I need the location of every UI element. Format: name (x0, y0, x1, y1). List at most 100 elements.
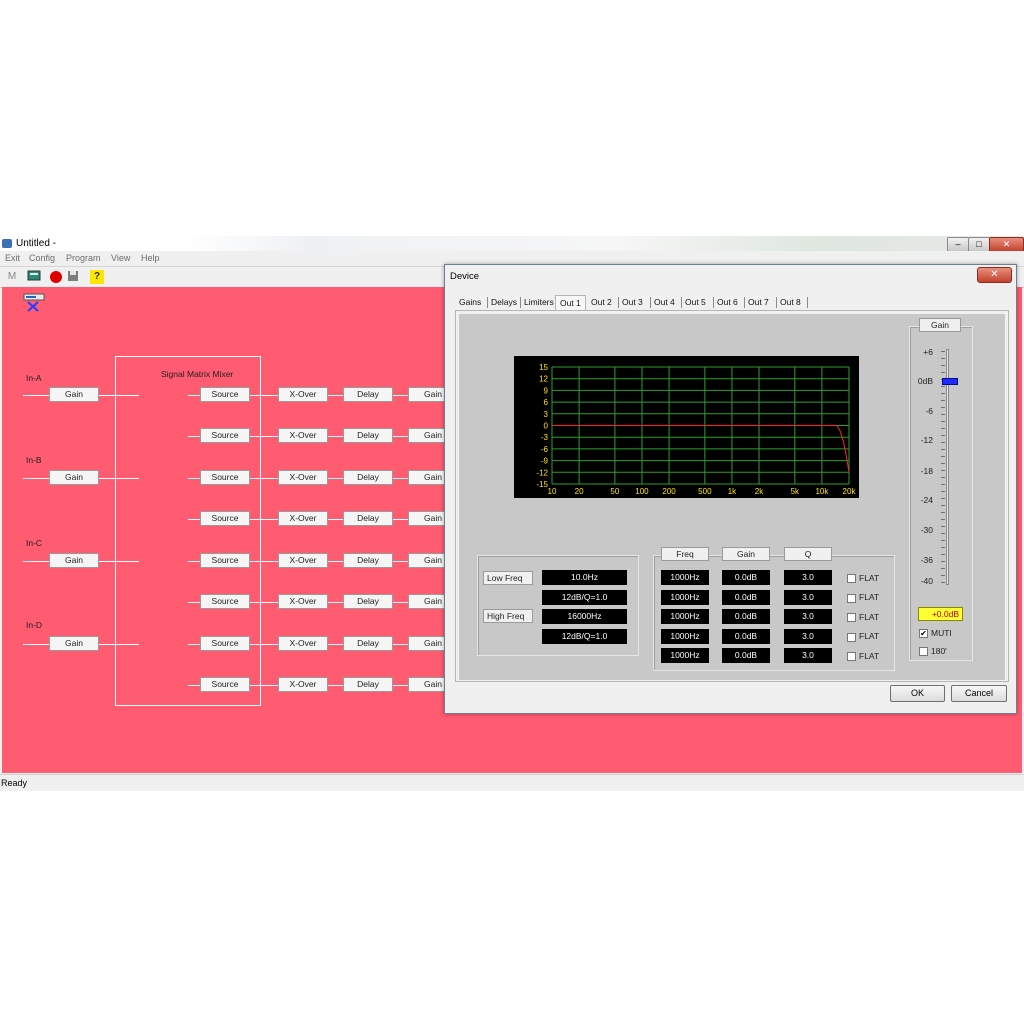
tab-out-1[interactable]: Out 1 (555, 295, 586, 311)
input-label-a: In-A (26, 373, 42, 383)
gain-value-display[interactable]: +0.0dB (918, 607, 963, 621)
peq-q-2[interactable]: 3.0 (784, 590, 832, 605)
menu-help[interactable]: Help (141, 253, 160, 263)
tab-out-6[interactable]: Out 6 (717, 297, 738, 307)
input-gain-d[interactable]: Gain (49, 636, 99, 651)
ok-button[interactable]: OK (890, 685, 945, 702)
graph-x-tick-label: 20 (575, 487, 584, 496)
tab-separator (807, 297, 808, 308)
dialog-close-button[interactable]: ✕ (977, 267, 1012, 283)
peq-freq-2[interactable]: 1000Hz (661, 590, 709, 605)
source-button-1[interactable]: Source (200, 387, 250, 402)
tab-out-7[interactable]: Out 7 (748, 297, 769, 307)
source-button-8[interactable]: Source (200, 677, 250, 692)
flat-label-2: FLAT (859, 592, 880, 602)
menu-config[interactable]: Config (29, 253, 55, 263)
xover-button-6[interactable]: X-Over (278, 594, 328, 609)
input-gain-b[interactable]: Gain (49, 470, 99, 485)
muti-checkbox[interactable]: ✔ (919, 629, 928, 638)
monitor-icon[interactable] (27, 270, 41, 284)
m-button[interactable]: M (5, 270, 19, 284)
tab-gains[interactable]: Gains (459, 297, 481, 307)
device-icon[interactable] (23, 292, 45, 314)
tab-out-2[interactable]: Out 2 (591, 297, 612, 307)
source-button-5[interactable]: Source (200, 553, 250, 568)
gain-tick: -36 (920, 555, 933, 565)
graph-x-tick-label: 20k (843, 487, 857, 496)
source-button-7[interactable]: Source (200, 636, 250, 651)
maximize-button[interactable]: □ (968, 237, 990, 252)
window-title: Untitled - (16, 238, 57, 249)
graph-y-tick-label: 12 (539, 375, 548, 384)
mixer-title: Signal Matrix Mixer (161, 369, 234, 379)
high-slope-value[interactable]: 12dB/Q=1.0 (542, 629, 627, 644)
delay-button-3[interactable]: Delay (343, 470, 393, 485)
xover-button-3[interactable]: X-Over (278, 470, 328, 485)
input-label-b: In-B (26, 455, 42, 465)
peq-freq-3[interactable]: 1000Hz (661, 609, 709, 624)
graph-y-tick-label: 15 (539, 363, 548, 372)
delay-button-5[interactable]: Delay (343, 553, 393, 568)
low-slope-value[interactable]: 12dB/Q=1.0 (542, 590, 627, 605)
source-button-4[interactable]: Source (200, 511, 250, 526)
tab-out-8[interactable]: Out 8 (780, 297, 801, 307)
xover-button-8[interactable]: X-Over (278, 677, 328, 692)
peq-q-4[interactable]: 3.0 (784, 629, 832, 644)
menu-program[interactable]: Program (66, 253, 101, 263)
help-icon[interactable]: ? (90, 270, 104, 284)
graph-x-tick-label: 10 (548, 487, 557, 496)
tab-out-4[interactable]: Out 4 (654, 297, 675, 307)
peq-q-3[interactable]: 3.0 (784, 609, 832, 624)
peq-q-1[interactable]: 3.0 (784, 570, 832, 585)
source-button-6[interactable]: Source (200, 594, 250, 609)
graph-x-tick-label: 200 (662, 487, 676, 496)
delay-button-8[interactable]: Delay (343, 677, 393, 692)
high-freq-value[interactable]: 16000Hz (542, 609, 627, 624)
source-button-2[interactable]: Source (200, 428, 250, 443)
record-icon[interactable] (49, 270, 63, 284)
xover-button-2[interactable]: X-Over (278, 428, 328, 443)
save-icon[interactable] (66, 270, 80, 284)
menu-exit[interactable]: Exit (5, 253, 20, 263)
delay-button-7[interactable]: Delay (343, 636, 393, 651)
xover-button-7[interactable]: X-Over (278, 636, 328, 651)
flat-checkbox-5[interactable] (847, 652, 856, 661)
gain-tick: -30 (920, 525, 933, 535)
graph-x-tick-label: 5k (791, 487, 800, 496)
peq-freq-1[interactable]: 1000Hz (661, 570, 709, 585)
flat-checkbox-1[interactable] (847, 574, 856, 583)
peq-gain-2[interactable]: 0.0dB (722, 590, 770, 605)
low-freq-value[interactable]: 10.0Hz (542, 570, 627, 585)
source-button-3[interactable]: Source (200, 470, 250, 485)
peq-freq-5[interactable]: 1000Hz (661, 648, 709, 663)
delay-button-4[interactable]: Delay (343, 511, 393, 526)
delay-button-2[interactable]: Delay (343, 428, 393, 443)
delay-button-6[interactable]: Delay (343, 594, 393, 609)
flat-checkbox-2[interactable] (847, 594, 856, 603)
minimize-button[interactable]: – (947, 237, 969, 252)
delay-button-1[interactable]: Delay (343, 387, 393, 402)
peq-gain-3[interactable]: 0.0dB (722, 609, 770, 624)
tab-out-3[interactable]: Out 3 (622, 297, 643, 307)
close-button[interactable]: ✕ (989, 237, 1024, 252)
gain-slider-thumb[interactable] (942, 378, 958, 386)
phase-180-checkbox[interactable] (919, 647, 928, 656)
peq-gain-1[interactable]: 0.0dB (722, 570, 770, 585)
tab-out-5[interactable]: Out 5 (685, 297, 706, 307)
peq-q-5[interactable]: 3.0 (784, 648, 832, 663)
input-gain-c[interactable]: Gain (49, 553, 99, 568)
menu-view[interactable]: View (111, 253, 130, 263)
flat-checkbox-4[interactable] (847, 633, 856, 642)
xover-button-5[interactable]: X-Over (278, 553, 328, 568)
xover-button-4[interactable]: X-Over (278, 511, 328, 526)
peq-gain-4[interactable]: 0.0dB (722, 629, 770, 644)
cancel-button[interactable]: Cancel (951, 685, 1007, 702)
peq-freq-4[interactable]: 1000Hz (661, 629, 709, 644)
peq-gain-5[interactable]: 0.0dB (722, 648, 770, 663)
flat-checkbox-3[interactable] (847, 613, 856, 622)
tab-delays[interactable]: Delays (491, 297, 517, 307)
gain-slider-ticks (941, 351, 945, 585)
tab-limiters[interactable]: Limiters (524, 297, 554, 307)
input-gain-a[interactable]: Gain (49, 387, 99, 402)
xover-button-1[interactable]: X-Over (278, 387, 328, 402)
